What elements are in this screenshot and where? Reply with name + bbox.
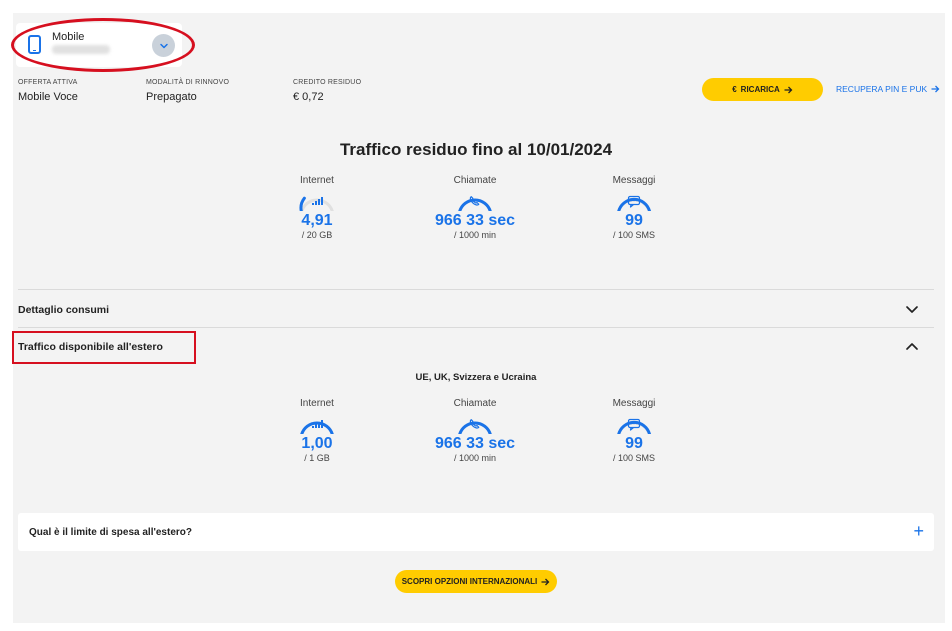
meter-value: 4,91 [301,212,333,229]
signal-bar [312,426,314,428]
signal-bar [318,422,320,428]
bubble-dot [635,199,638,202]
signal-bar [312,203,314,205]
device-label: Mobile [52,31,85,43]
meter-label: Chiamate [453,175,497,186]
device-dropdown-button[interactable] [152,34,175,57]
recharge-button[interactable]: € RICARICA [702,78,823,101]
chevron-down-icon[interactable] [905,302,919,316]
abroad-internet-gauge [300,420,334,434]
cta-label: SCOPRI OPZIONI INTERNAZIONALI [401,577,538,586]
bubble-dot [630,422,633,425]
meter-unit: / 1000 min [453,230,497,240]
smartphone-icon [28,35,41,54]
meter-unit: / 1000 min [453,453,497,463]
offer-value: Mobile Voce [18,91,78,103]
internet-gauge [299,196,334,211]
meter-value: 1,00 [301,435,333,452]
abroad-messages-meter: Messaggi 99 / 100 SMS [589,398,679,463]
abroad-calls-gauge [458,419,492,434]
chevron-down-icon [159,43,168,48]
abroad-calls-meter: Chiamate 966 33 sec / 1000 min [430,398,520,463]
divider [18,327,934,328]
meter-unit: / 20 GB [301,230,333,240]
international-options-button[interactable]: SCOPRI OPZIONI INTERNAZIONALI [395,570,557,593]
recover-label: RECUPERA PIN E PUK [836,84,928,94]
meter-value: 99 [625,212,643,229]
offer-label: OFFERTA ATTIVA [18,79,78,86]
traffic-title: Traffico residuo fino al 10/01/2024 [339,140,613,159]
signal-bar [318,199,320,205]
abroad-traffic-toggle[interactable]: Traffico disponibile all'estero [18,341,163,353]
bubble-dot [633,422,635,425]
meter-value: 966 33 sec [434,435,516,452]
internet-meter: Internet 4,91 / 20 GB [272,175,362,240]
abroad-region: UE, UK, Svizzera e Ucraina [415,372,537,383]
recharge-label: RICARICA [740,85,780,94]
meter-label: Messaggi [612,398,656,409]
meter-unit: / 100 SMS [612,453,656,463]
credit-label: CREDITO RESIDUO [293,79,362,86]
meter-unit: / 100 SMS [612,230,656,240]
signal-bar [315,201,317,205]
meter-label: Messaggi [612,175,656,186]
bubble-dot [633,199,635,202]
consumption-details-toggle[interactable]: Dettaglio consumi [18,304,109,316]
meter-unit: / 1 GB [304,453,330,463]
abroad-messages-gauge [617,418,652,434]
meter-label: Chiamate [453,398,497,409]
euro-icon: € [732,85,737,94]
spending-limit-faq[interactable]: Qual è il limite di spesa all'estero? + [18,513,934,551]
meter-value: 966 33 sec [434,212,516,229]
arrow-right-icon [931,85,940,93]
arrow-right-icon [784,86,793,93]
plus-icon[interactable]: + [913,521,924,541]
credit-value: € 0,72 [293,91,324,103]
calls-gauge [458,196,492,211]
meter-value: 99 [625,435,643,452]
calls-meter: Chiamate 966 33 sec / 1000 min [430,175,520,240]
renewal-value: Prepagato [146,91,197,103]
abroad-internet-meter: Internet 1,00 / 1 GB [272,398,362,463]
signal-bar [321,197,323,205]
gauge-fill [458,198,492,211]
signal-bar [321,420,323,428]
divider [18,289,934,290]
chevron-up-icon[interactable] [905,339,919,353]
renewal-label: MODALITÀ DI RINNOVO [146,79,230,86]
device-number-blurred [52,45,110,54]
bubble-dot [635,422,638,425]
messages-gauge [617,195,652,211]
messages-meter: Messaggi 99 / 100 SMS [589,175,679,240]
faq-question: Qual è il limite di spesa all'estero? [29,527,192,538]
bubble-dot [630,199,633,202]
meter-label: Internet [300,398,334,409]
arrow-right-icon [541,578,550,585]
gauge-fill [458,421,492,434]
recover-pin-puk-link[interactable]: RECUPERA PIN E PUK [836,84,940,94]
signal-bar [315,424,317,428]
meter-label: Internet [300,175,334,186]
